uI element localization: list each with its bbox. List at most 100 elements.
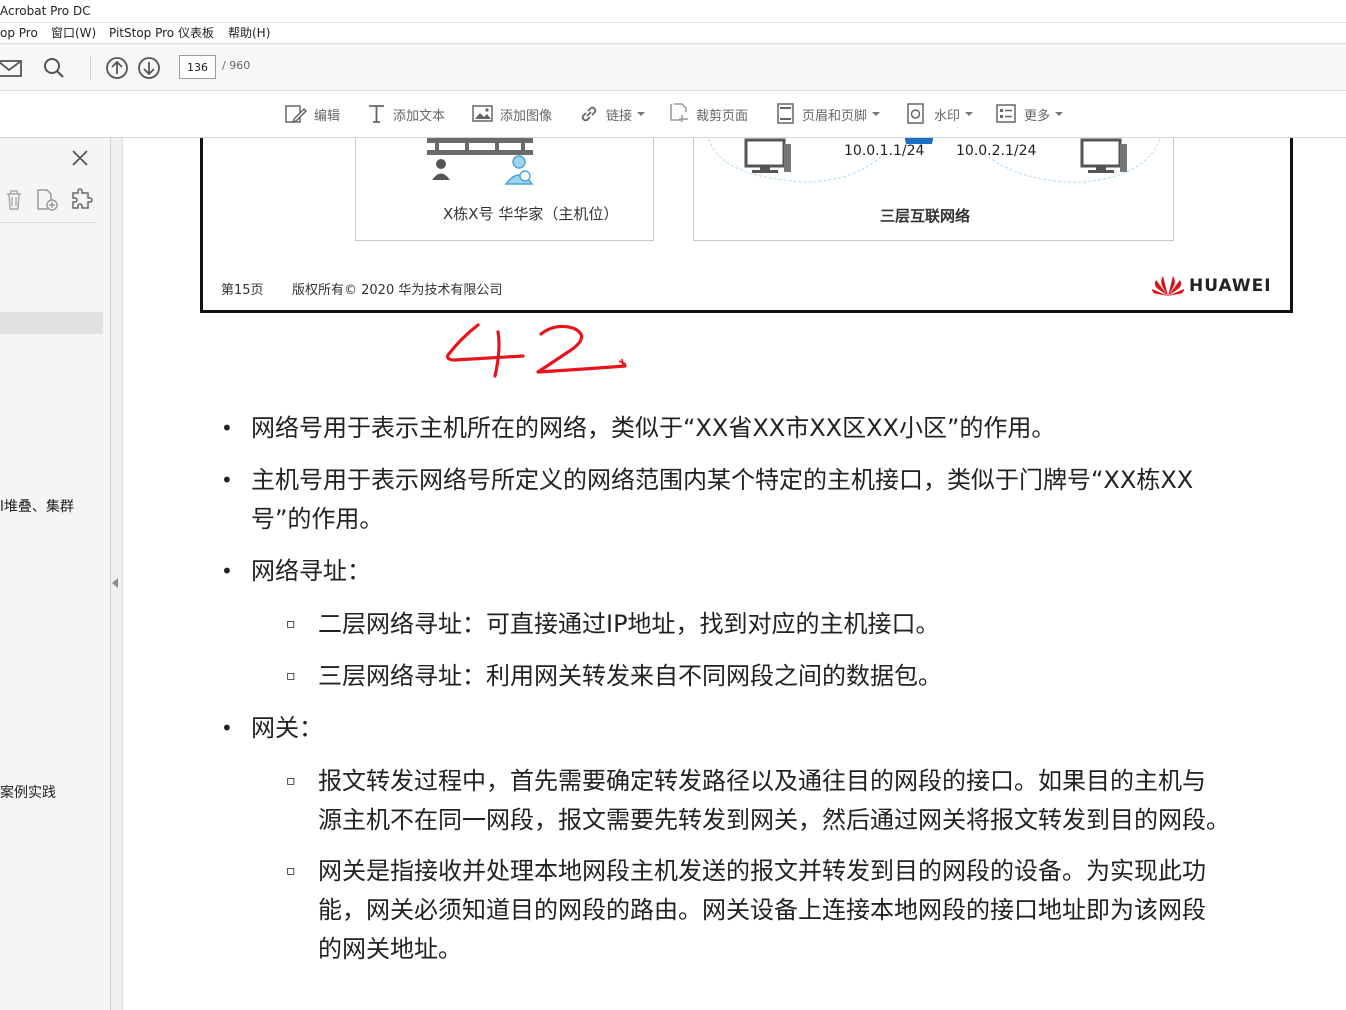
document-view[interactable]: X栋X号 华华家（主机位） 10.0.1.1/24 10.0.2.1/24 三层…: [123, 138, 1346, 1010]
sub-bullet-text: 二层网络寻址：可直接通过IP地址，找到对应的主机接口。: [318, 610, 940, 638]
mail-icon[interactable]: [0, 56, 24, 80]
panel-splitter[interactable]: [111, 138, 123, 1010]
bullet-text-line: 主机号用于表示网络号所定义的网络范围内某个特定的主机接口，类似于门牌号“XX栋X…: [251, 466, 1194, 494]
bullet-marker: •: [221, 468, 233, 492]
bullet-marker: •: [221, 559, 233, 583]
sidebar-item-case-practice[interactable]: 案例实践: [0, 782, 56, 802]
slide-copyright: 版权所有© 2020 华为技术有限公司: [292, 283, 503, 298]
network-box: 10.0.1.1/24 10.0.2.1/24 三层互联网络: [693, 138, 1174, 241]
chevron-down-icon: [1055, 112, 1064, 116]
menu-item-pitstop-dashboard[interactable]: PitStop Pro 仪表板: [109, 23, 214, 43]
office-host-icon: [427, 138, 534, 185]
page-number-input[interactable]: [179, 55, 216, 79]
slide-page-number: 第15页: [221, 283, 264, 298]
menu-item-window[interactable]: 窗口(W): [51, 23, 96, 43]
edit-icon: [285, 105, 308, 124]
computer-right-icon: [1080, 138, 1127, 173]
handwritten-42-annotation: [446, 323, 627, 378]
bullet-host-number: • 主机号用于表示网络号所定义的网络范围内某个特定的主机接口，类似于门牌号“XX…: [221, 461, 1194, 539]
toolbar-separator: [90, 56, 91, 80]
bookmark-options-icon[interactable]: [69, 188, 93, 212]
collapse-arrow-icon[interactable]: [112, 578, 118, 588]
image-icon: [472, 105, 493, 122]
link-button[interactable]: 链接: [578, 103, 646, 125]
menu-item-help[interactable]: 帮助(H): [228, 23, 270, 43]
bullet-gateway: • 网关：: [221, 709, 323, 748]
sidebar-item-selected[interactable]: [0, 312, 103, 334]
add-text-label: 添加文本: [393, 108, 446, 124]
edit-toolbar: 编辑 添加文本 添加图像 链接 裁剪页面 页眉和页脚 水印 更多: [0, 91, 1346, 138]
header-footer-button[interactable]: 页眉和页脚: [776, 103, 881, 125]
page-total: / 960: [222, 59, 251, 72]
bullet-marker: •: [221, 716, 233, 740]
edit-label: 编辑: [314, 108, 341, 124]
chevron-down-icon: [872, 112, 881, 116]
sub-bullet-forwarding: ▫ 报文转发过程中，首先需要确定转发路径以及通往目的网段的接口。如果目的主机与 …: [286, 762, 1230, 840]
text-tool-icon: [369, 105, 384, 123]
sub-bullet-text-line: 源主机不在同一网段，报文需要先转发到网关，然后通过网关将报文转发到目的网段。: [318, 806, 1230, 834]
computer-left-icon: [744, 138, 791, 173]
network-diagram: [708, 138, 1162, 183]
bullet-network-addressing: • 网络寻址：: [221, 552, 371, 591]
sidebar-item-stacking[interactable]: l堆叠、集群: [0, 496, 74, 516]
next-page-icon[interactable]: [137, 56, 161, 80]
close-icon[interactable]: [71, 149, 89, 167]
sub-bullet-text-line: 能，网关必须知道目的网段的路由。网关设备上连接本地网段的接口地址即为该网段: [318, 896, 1206, 924]
previous-page-icon[interactable]: [105, 56, 129, 80]
trash-icon[interactable]: [2, 188, 26, 212]
bullet-marker: •: [221, 416, 233, 440]
more-label: 更多: [1024, 108, 1051, 124]
host-box: X栋X号 华华家（主机位）: [355, 138, 654, 241]
sidebar-divider: [0, 222, 96, 223]
menu-bar: op Pro 窗口(W) PitStop Pro 仪表板 帮助(H): [0, 23, 1346, 44]
sub-bullet-marker: ▫: [286, 616, 296, 632]
add-image-label: 添加图像: [500, 108, 553, 124]
sub-bullet-text: 三层网络寻址：利用网关转发来自不同网段之间的数据包。: [318, 662, 942, 690]
title-bar: Acrobat Pro DC: [0, 0, 1346, 23]
watermark-button[interactable]: 水印: [906, 103, 974, 125]
slide-image: X栋X号 华华家（主机位） 10.0.1.1/24 10.0.2.1/24 三层…: [200, 138, 1293, 313]
watermark-icon: [907, 103, 924, 124]
sub-bullet-text-line: 报文转发过程中，首先需要确定转发路径以及通往目的网段的接口。如果目的主机与: [318, 767, 1206, 795]
chevron-down-icon: [637, 112, 646, 116]
window-title: Acrobat Pro DC: [0, 4, 91, 18]
network-caption: 三层互联网络: [880, 207, 971, 225]
search-icon[interactable]: [42, 56, 66, 80]
edit-button[interactable]: 编辑: [284, 103, 340, 125]
bullet-text: 网络寻址：: [251, 557, 371, 585]
header-footer-label: 页眉和页脚: [802, 108, 868, 124]
add-image-button[interactable]: 添加图像: [472, 103, 552, 125]
more-icon: [996, 104, 1016, 123]
host-caption: X栋X号 华华家（主机位）: [443, 205, 619, 223]
more-button[interactable]: 更多: [996, 103, 1064, 125]
huawei-wordmark: HUAWEI: [1189, 276, 1272, 296]
main-toolbar: / 960: [0, 44, 1346, 91]
crop-icon: [670, 103, 688, 122]
sub-bullet-layer3: ▫ 三层网络寻址：利用网关转发来自不同网段之间的数据包。: [286, 657, 942, 696]
bullet-text: 网络号用于表示主机所在的网络，类似于“XX省XX市XX区XX小区”的作用。: [251, 414, 1056, 442]
link-label: 链接: [606, 108, 633, 124]
sub-bullet-text-line: 网关是指接收并处理本地网段主机发送的报文并转发到目的网段的设备。为实现此功: [318, 857, 1206, 885]
sub-bullet-marker: ▫: [286, 668, 296, 684]
link-icon: [581, 106, 597, 122]
bookmarks-panel: l堆叠、集群 案例实践: [0, 138, 111, 1010]
add-text-button[interactable]: 添加文本: [367, 103, 445, 125]
sub-bullet-text-line: 的网关地址。: [318, 935, 462, 963]
sub-bullet-marker: ▫: [286, 863, 296, 879]
menu-item-pitstop[interactable]: op Pro: [0, 23, 38, 43]
bullet-text-line: 号”的作用。: [251, 505, 384, 533]
ip-left-label: 10.0.1.1/24: [844, 143, 925, 159]
ip-right-label: 10.0.2.1/24: [956, 143, 1037, 159]
sub-bullet-marker: ▫: [286, 773, 296, 789]
watermark-label: 水印: [934, 108, 961, 124]
add-bookmark-icon[interactable]: [35, 188, 59, 212]
bullet-network-number: • 网络号用于表示主机所在的网络，类似于“XX省XX市XX区XX小区”的作用。: [221, 409, 1056, 448]
crop-page-button[interactable]: 裁剪页面: [668, 103, 748, 125]
huawei-logo: HUAWEI: [1151, 274, 1272, 298]
header-footer-icon: [777, 103, 794, 124]
sub-bullet-gateway-definition: ▫ 网关是指接收并处理本地网段主机发送的报文并转发到目的网段的设备。为实现此功 …: [286, 852, 1206, 969]
huawei-flower-icon: [1152, 276, 1184, 296]
sub-bullet-layer2: ▫ 二层网络寻址：可直接通过IP地址，找到对应的主机接口。: [286, 605, 940, 644]
chevron-down-icon: [965, 112, 974, 116]
bullet-text: 网关：: [251, 714, 323, 742]
